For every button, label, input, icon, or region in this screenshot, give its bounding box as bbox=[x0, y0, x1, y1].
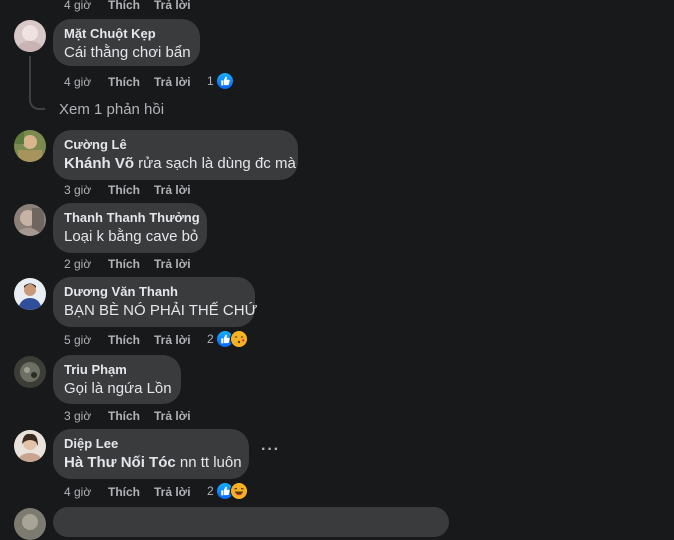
comment-bubble bbox=[53, 507, 449, 537]
comment-time[interactable]: 4 giờ bbox=[64, 484, 91, 500]
like-link[interactable]: Thích bbox=[108, 0, 140, 13]
commenter-name[interactable]: Triu Phạm bbox=[64, 362, 169, 378]
comment-time[interactable]: 3 giờ bbox=[64, 408, 91, 424]
reaction-summary[interactable]: 2 bbox=[207, 482, 248, 500]
avatar[interactable] bbox=[14, 430, 46, 462]
reaction-summary[interactable]: 2 bbox=[207, 330, 248, 348]
reply-link[interactable]: Trả lời bbox=[154, 332, 191, 348]
avatar[interactable] bbox=[14, 278, 46, 310]
comment-bubble: Thanh Thanh Thưởng Loại k bằng cave bỏ bbox=[53, 203, 207, 253]
thread-connector bbox=[29, 56, 45, 110]
like-link[interactable]: Thích bbox=[108, 256, 140, 272]
comment-actions: 4 giờ Thích Trả lời bbox=[64, 0, 264, 13]
reply-link[interactable]: Trả lời bbox=[154, 0, 191, 13]
comment-actions: 3 giờ Thích Trả lời bbox=[64, 408, 264, 424]
commenter-name[interactable]: Thanh Thanh Thưởng bbox=[64, 210, 200, 226]
reaction-count: 1 bbox=[207, 74, 214, 88]
like-link[interactable]: Thích bbox=[108, 182, 140, 198]
kiss-emoji-icon bbox=[229, 330, 248, 348]
comment-time[interactable]: 5 giờ bbox=[64, 332, 91, 348]
mentioned-user[interactable]: Khánh Võ bbox=[64, 155, 134, 172]
commenter-name[interactable]: Mặt Chuột Kẹp bbox=[64, 26, 188, 42]
comment-text: BẠN BÈ NÓ PHẢI THẾ CHỨ bbox=[64, 302, 258, 319]
reaction-summary[interactable]: 1 bbox=[207, 72, 234, 90]
comment-actions: 3 giờ Thích Trả lời bbox=[64, 182, 264, 198]
comment-bubble: Mặt Chuột Kẹp Cái thằng chơi bẩn bbox=[53, 19, 200, 66]
reply-link[interactable]: Trả lời bbox=[154, 408, 191, 424]
commenter-name[interactable]: Diệp Lee bbox=[64, 436, 237, 452]
comment-actions: 2 giờ Thích Trả lời bbox=[64, 256, 264, 272]
like-link[interactable]: Thích bbox=[108, 408, 140, 424]
avatar[interactable] bbox=[14, 204, 46, 236]
view-replies-link[interactable]: Xem 1 phản hồi bbox=[59, 101, 164, 118]
commenter-name[interactable]: Cường Lê bbox=[64, 137, 286, 153]
mentioned-user[interactable]: Hà Thư Nối Tóc bbox=[64, 454, 176, 471]
more-options-icon[interactable]: ··· bbox=[261, 441, 280, 459]
comment-text: Khánh Võ rửa sạch là dùng đc mà bbox=[64, 155, 296, 172]
commenter-name[interactable]: Dương Văn Thanh bbox=[64, 284, 243, 300]
comment-bubble: Dương Văn Thanh BẠN BÈ NÓ PHẢI THẾ CHỨ bbox=[53, 277, 258, 327]
comment-text: Gọi là ngứa Lồn bbox=[64, 380, 172, 397]
avatar[interactable] bbox=[14, 508, 46, 540]
comment-time[interactable]: 2 giờ bbox=[64, 256, 91, 272]
reply-link[interactable]: Trả lời bbox=[154, 256, 191, 272]
comment-text: Hà Thư Nối Tóc nn tt luôn bbox=[64, 454, 242, 471]
comment-time[interactable]: 4 giờ bbox=[64, 74, 91, 90]
like-link[interactable]: Thích bbox=[108, 332, 140, 348]
reply-link[interactable]: Trả lời bbox=[154, 484, 191, 500]
like-link[interactable]: Thích bbox=[108, 484, 140, 500]
comment-bubble: Cường Lê Khánh Võ rửa sạch là dùng đc mà bbox=[53, 130, 298, 180]
avatar[interactable] bbox=[14, 356, 46, 388]
like-link[interactable]: Thích bbox=[108, 74, 140, 90]
reaction-count: 2 bbox=[207, 484, 214, 498]
reply-link[interactable]: Trả lời bbox=[154, 182, 191, 198]
comment-time[interactable]: 3 giờ bbox=[64, 182, 91, 198]
comment-actions: 4 giờ Thích Trả lời bbox=[64, 74, 264, 90]
reaction-count: 2 bbox=[207, 332, 214, 346]
avatar[interactable] bbox=[14, 130, 46, 162]
like-icon bbox=[215, 72, 234, 90]
comment-bubble: Triu Phạm Gọi là ngứa Lồn bbox=[53, 355, 181, 404]
comment-time[interactable]: 4 giờ bbox=[64, 0, 91, 13]
comment-text: Cái thằng chơi bẩn bbox=[64, 44, 191, 61]
reply-link[interactable]: Trả lời bbox=[154, 74, 191, 90]
comment-bubble: Diệp Lee Hà Thư Nối Tóc nn tt luôn bbox=[53, 429, 249, 479]
comment-text: Loại k bằng cave bỏ bbox=[64, 228, 199, 245]
laugh-emoji-icon bbox=[229, 482, 248, 500]
avatar[interactable] bbox=[14, 20, 46, 52]
